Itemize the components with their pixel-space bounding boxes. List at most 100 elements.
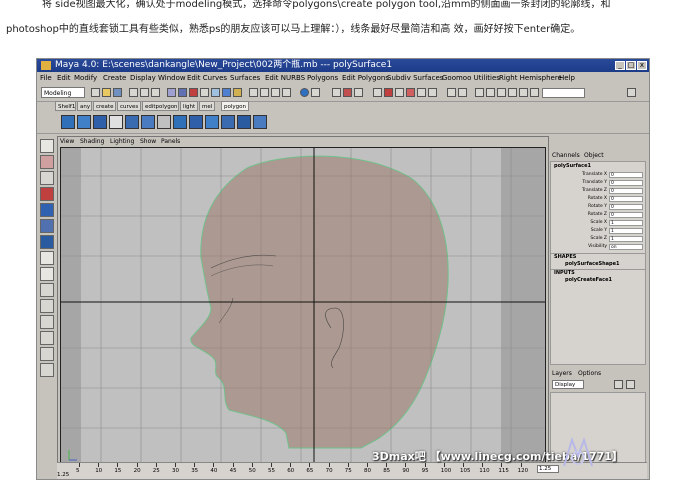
tool-icon-9[interactable] xyxy=(475,88,484,97)
input-node[interactable]: polyCreateFace1 xyxy=(565,277,612,283)
current-frame-field[interactable]: 1.25 xyxy=(537,465,559,473)
layout-graph-icon[interactable] xyxy=(40,331,54,345)
viewport-menu-lighting[interactable]: Lighting xyxy=(110,137,134,146)
layout-render-icon[interactable] xyxy=(40,363,54,377)
poly-cube-icon[interactable] xyxy=(61,115,75,129)
open-scene-icon[interactable] xyxy=(102,88,111,97)
attr-value-translate-x[interactable]: 0 xyxy=(609,172,643,178)
viewport-menu-panels[interactable]: Panels xyxy=(161,137,180,146)
tool-icon-10[interactable] xyxy=(486,88,495,97)
mode-selector[interactable]: Modeling xyxy=(41,87,85,98)
shelf-tab-create[interactable]: create xyxy=(93,101,116,111)
poly-bevel-icon[interactable] xyxy=(189,115,203,129)
maximize-button[interactable]: □ xyxy=(626,61,636,70)
tool-icon-11[interactable] xyxy=(497,88,506,97)
snap-view-icon[interactable] xyxy=(282,88,291,97)
menu-edit[interactable]: Edit xyxy=(57,72,71,84)
save-scene-icon[interactable] xyxy=(113,88,122,97)
object-tab[interactable]: Object xyxy=(584,151,604,160)
tool-icon-3[interactable] xyxy=(395,88,404,97)
menu-modify[interactable]: Modify xyxy=(74,72,97,84)
menu-help[interactable]: Help xyxy=(559,72,575,84)
select-component-icon[interactable] xyxy=(151,88,160,97)
time-slider[interactable]: 1.25 5 10 15 20 25 30 35 40 45 50 55 60 65 70 75 80 85 90… xyxy=(57,462,647,479)
command-input[interactable] xyxy=(542,88,585,98)
poly-smooth-icon[interactable] xyxy=(173,115,187,129)
tool-icon-1[interactable] xyxy=(373,88,382,97)
move-tool-icon[interactable] xyxy=(40,171,54,185)
attr-value-scale-y[interactable]: 1 xyxy=(609,228,643,234)
render-settings-icon[interactable] xyxy=(354,88,363,97)
menu-goomoo-utilities[interactable]: Goomoo Utilities xyxy=(442,72,500,84)
tool-icon-4[interactable] xyxy=(406,88,415,97)
shelf-tab-any[interactable]: any xyxy=(77,101,92,111)
poly-wedge-icon[interactable] xyxy=(221,115,235,129)
layers-menu[interactable]: Layers xyxy=(552,369,572,378)
render-icon[interactable] xyxy=(332,88,341,97)
mask-icon-7[interactable] xyxy=(233,88,242,97)
layer-type-select[interactable]: Display xyxy=(552,380,584,389)
attr-value-rotate-z[interactable]: 0 xyxy=(609,212,643,218)
mask-icon-4[interactable] xyxy=(200,88,209,97)
select-hierarchy-icon[interactable] xyxy=(129,88,138,97)
ipr-render-icon[interactable] xyxy=(343,88,352,97)
viewport-menu-show[interactable]: Show xyxy=(140,137,156,146)
menu-window[interactable]: Window xyxy=(158,72,186,84)
menu-file[interactable]: File xyxy=(40,72,52,84)
shelf-tab-light[interactable]: light xyxy=(180,101,198,111)
tool-icon-5[interactable] xyxy=(417,88,426,97)
poly-split-icon[interactable] xyxy=(125,115,139,129)
snap-grid-icon[interactable] xyxy=(249,88,258,97)
poly-extrude-icon[interactable] xyxy=(93,115,107,129)
menu-edit-polygons[interactable]: Edit Polygons xyxy=(342,72,389,84)
layout-side-icon[interactable] xyxy=(40,283,54,297)
tool-icon-8[interactable] xyxy=(458,88,467,97)
shelf-tab-curves[interactable]: curves xyxy=(117,101,141,111)
poly-append-icon[interactable] xyxy=(205,115,219,129)
menu-polygons[interactable]: Polygons xyxy=(307,72,338,84)
mask-icon-5[interactable] xyxy=(211,88,220,97)
shape-node[interactable]: polySurfaceShape1 xyxy=(565,261,620,267)
tool-icon-13[interactable] xyxy=(519,88,528,97)
mask-icon-1[interactable] xyxy=(167,88,176,97)
viewport-menu-view[interactable]: View xyxy=(60,137,74,146)
shelf-tab-polygon[interactable]: polygon xyxy=(221,101,249,111)
side-viewport[interactable]: View Shading Lighting Show Panels xyxy=(57,136,549,474)
layout-single-icon[interactable] xyxy=(40,251,54,265)
attr-value-rotate-x[interactable]: 0 xyxy=(609,196,643,202)
viewport-menu-shading[interactable]: Shading xyxy=(80,137,104,146)
tool-icon-6[interactable] xyxy=(428,88,437,97)
layer-options-icon[interactable] xyxy=(626,380,635,389)
rotate-tool-icon[interactable] xyxy=(40,187,54,201)
tool-icon-2[interactable] xyxy=(384,88,393,97)
manipulator-tool-icon[interactable] xyxy=(40,219,54,233)
mask-icon-2[interactable] xyxy=(178,88,187,97)
tool-icon-7[interactable] xyxy=(447,88,456,97)
poly-merge-icon[interactable] xyxy=(141,115,155,129)
attr-value-rotate-y[interactable]: 0 xyxy=(609,204,643,210)
menu-create[interactable]: Create xyxy=(103,72,126,84)
history-icon[interactable] xyxy=(300,88,309,97)
shelf-tab-mel[interactable]: mel xyxy=(199,101,215,111)
shelf-tab-shelf1[interactable]: Shelf1 xyxy=(55,101,76,111)
select-object-icon[interactable] xyxy=(140,88,149,97)
tool-icon-14[interactable] xyxy=(530,88,539,97)
channels-tab[interactable]: Channels xyxy=(552,151,580,160)
poly-select-icon[interactable] xyxy=(157,115,171,129)
last-tool-icon[interactable] xyxy=(40,235,54,249)
layout-outliner-icon[interactable] xyxy=(40,315,54,329)
options-menu[interactable]: Options xyxy=(578,369,601,378)
tool-icon-12[interactable] xyxy=(508,88,517,97)
snap-point-icon[interactable] xyxy=(271,88,280,97)
poly-mirror-icon[interactable] xyxy=(237,115,251,129)
poly-combine-icon[interactable] xyxy=(253,115,267,129)
minimize-button[interactable]: _ xyxy=(615,61,625,70)
panel-toggle-icon[interactable] xyxy=(627,88,636,97)
poly-plane-icon[interactable] xyxy=(77,115,91,129)
scale-tool-icon[interactable] xyxy=(40,203,54,217)
attr-value-scale-x[interactable]: 1 xyxy=(609,220,643,226)
poly-checker-icon[interactable] xyxy=(109,115,123,129)
input-output-icon[interactable] xyxy=(311,88,320,97)
menu-subdiv-surfaces[interactable]: Subdiv Surfaces xyxy=(387,72,443,84)
shelf-tab-editpolygon[interactable]: editpolygon xyxy=(142,101,179,111)
